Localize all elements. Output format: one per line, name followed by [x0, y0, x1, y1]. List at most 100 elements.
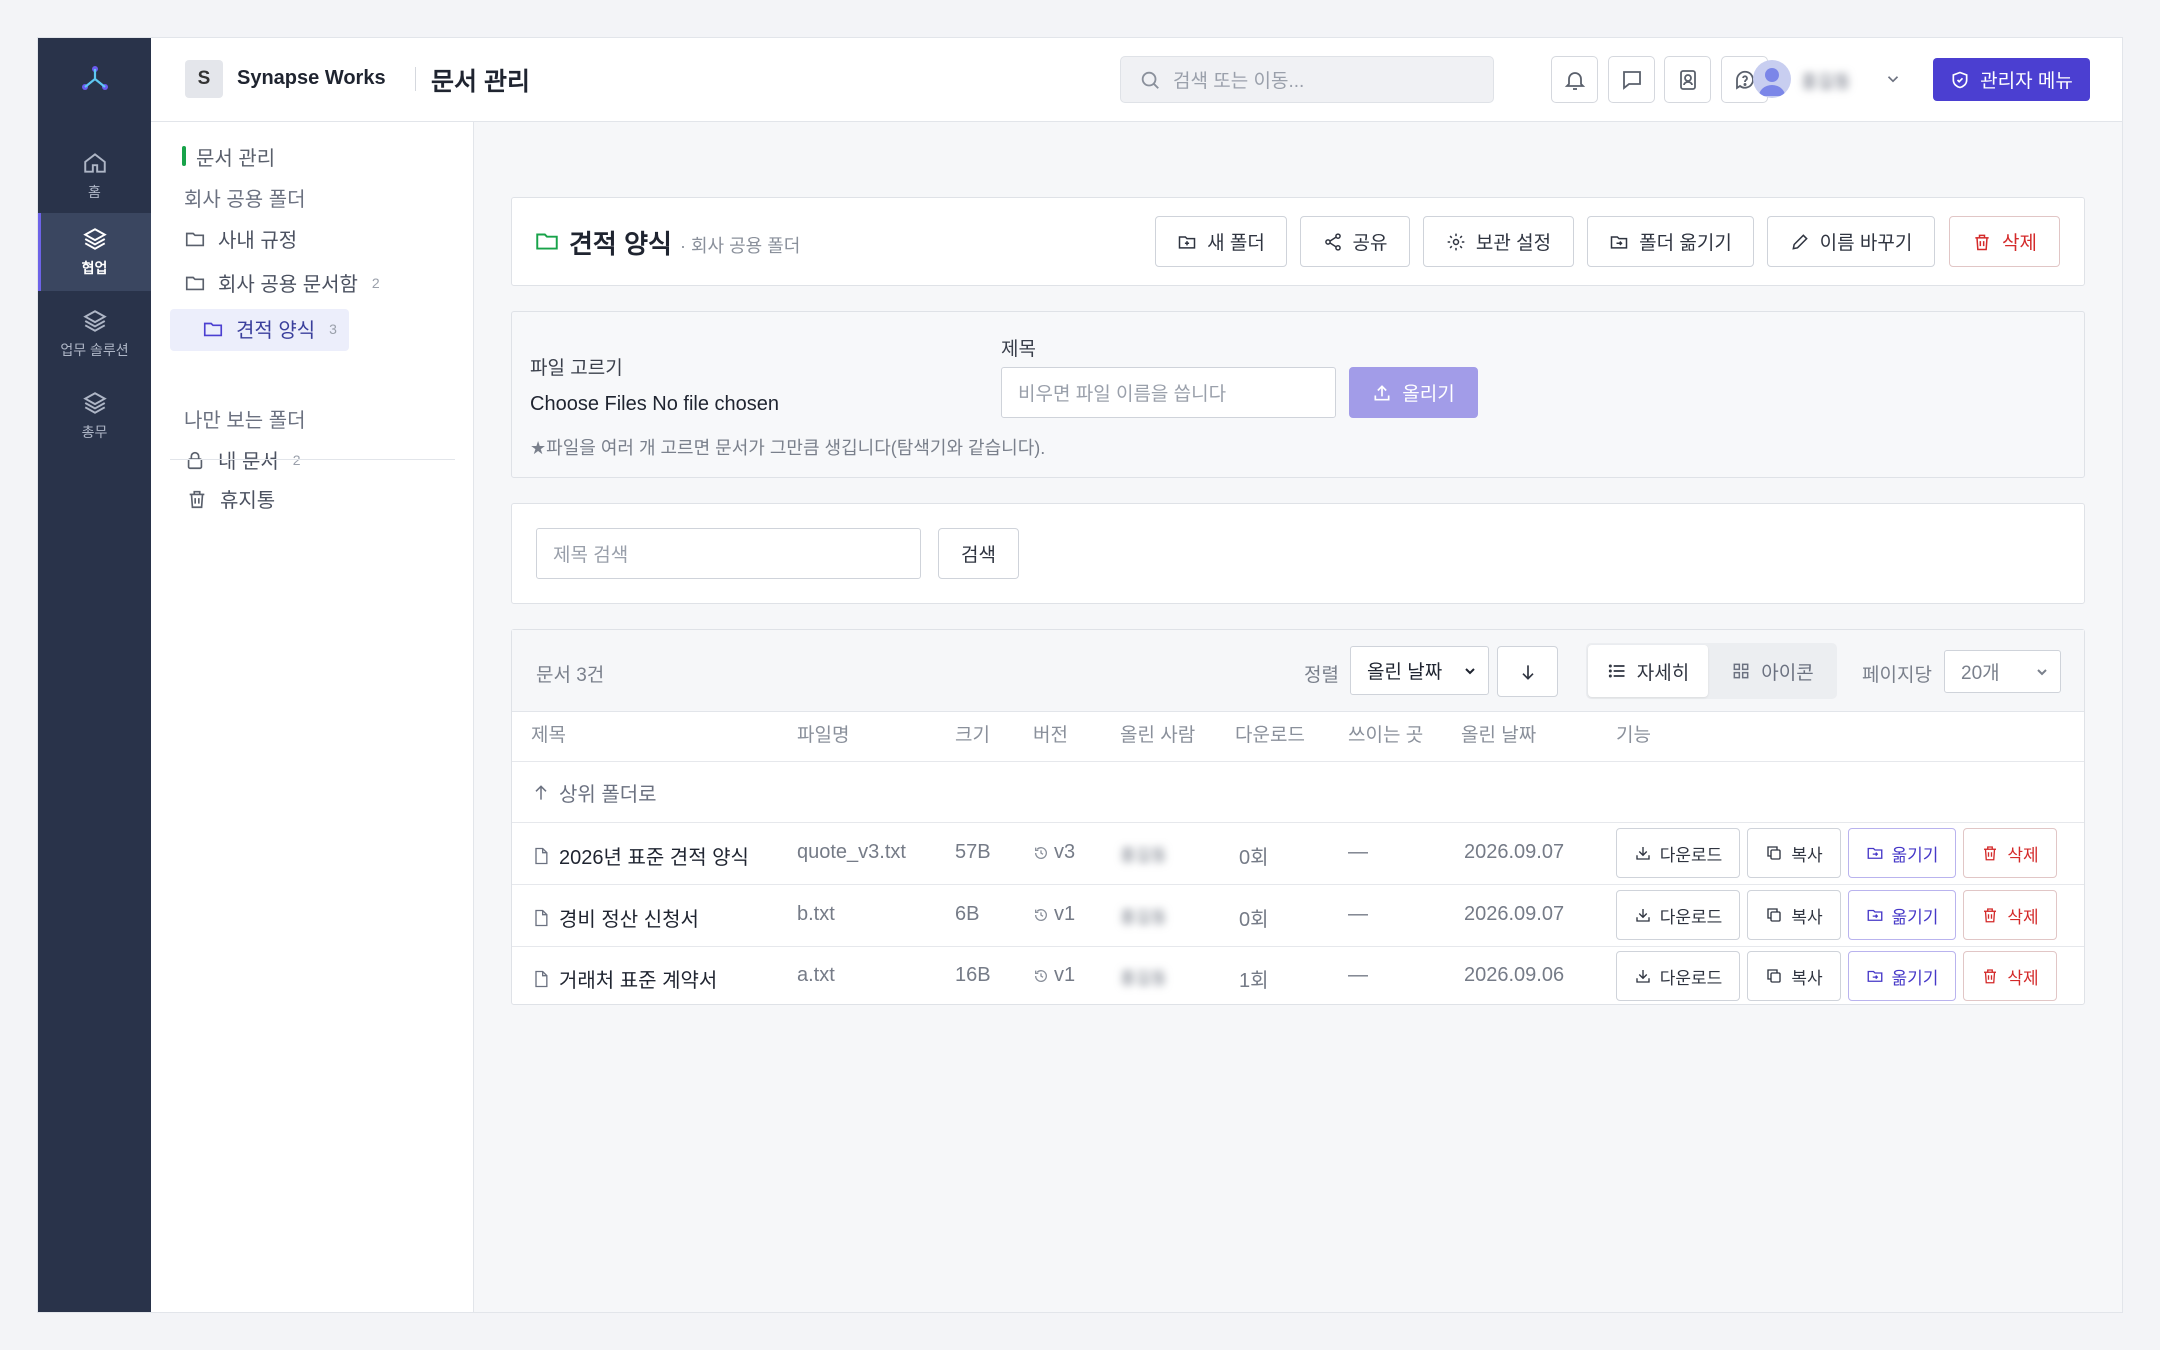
pencil-icon — [1792, 233, 1808, 250]
button-label: 보관 설정 — [1475, 233, 1552, 254]
title-input-placeholder: 비우면 파일 이름을 씁니다 — [1018, 384, 1227, 405]
upload-hint: ★파일을 여러 개 고르면 문서가 그만큼 생깁니다(탐색기와 같습니다). — [530, 438, 1046, 458]
row-copy-button[interactable]: 복사 — [1747, 951, 1841, 1001]
button-label: 옮기기 — [1891, 968, 1939, 988]
rename-button[interactable]: 이름 바꾸기 — [1767, 216, 1935, 267]
document-title[interactable]: 거래처 표준 계약서 — [559, 964, 717, 993]
button-label: 새 폴더 — [1207, 233, 1265, 254]
view-detail-button[interactable]: 자세히 — [1588, 645, 1708, 697]
title-cell: 거래처 표준 계약서 — [531, 964, 717, 993]
button-label: 복사 — [1791, 968, 1823, 988]
delete-folder-button[interactable]: 삭제 — [1949, 216, 2060, 267]
contacts-button[interactable] — [1664, 56, 1711, 103]
row-download-button[interactable]: 다운로드 — [1616, 828, 1740, 878]
row-move-button[interactable]: 옮기기 — [1848, 828, 1956, 878]
row-divider — [512, 761, 2084, 762]
title-search-button[interactable]: 검색 — [938, 528, 1019, 579]
row-delete-button[interactable]: 삭제 — [1963, 951, 2057, 1001]
version-badge[interactable]: v1 — [1054, 964, 1075, 987]
downloads-cell: 0회 — [1239, 841, 1269, 870]
gear-icon — [1447, 233, 1465, 250]
new-folder-button[interactable]: 새 폴더 — [1155, 216, 1287, 267]
upload-icon — [1374, 384, 1390, 400]
version-badge[interactable]: v3 — [1054, 841, 1075, 864]
notifications-button[interactable] — [1551, 56, 1598, 103]
shield-check-icon — [1952, 71, 1968, 88]
tree-folder-rules[interactable]: 사내 규정 — [184, 224, 297, 253]
row-download-button[interactable]: 다운로드 — [1616, 951, 1740, 1001]
rail-item-solutions[interactable]: 업무 솔루션 — [38, 295, 151, 373]
sort-direction-button[interactable] — [1497, 646, 1558, 697]
tree-trash[interactable]: 휴지통 — [186, 484, 275, 513]
chevron-down-icon[interactable] — [1884, 70, 1902, 88]
tree-heading-private: 나만 보는 폴더 — [184, 410, 306, 432]
retention-settings-button[interactable]: 보관 설정 — [1423, 216, 1574, 267]
row-copy-button[interactable]: 복사 — [1747, 890, 1841, 940]
table-row[interactable]: 2026년 표준 견적 양식 quote_v3.txt 57B v3 홍길동 0회 — 202… — [512, 823, 2084, 884]
global-search-input[interactable]: 검색 또는 이동... — [1120, 56, 1494, 103]
table-row[interactable]: 경비 정산 신청서 b.txt 6B v1 홍길동 0회 — 2026.09.07 다운로드 복사… — [512, 885, 2084, 946]
file-name: a.txt — [797, 964, 835, 986]
trash-icon — [1984, 969, 1997, 984]
move-folder-button[interactable]: 폴더 옮기기 — [1587, 216, 1754, 267]
row-move-button[interactable]: 옮기기 — [1848, 951, 1956, 1001]
grid-icon — [1733, 663, 1749, 679]
title-search-input[interactable]: 제목 검색 — [536, 528, 921, 579]
usage-cell: — — [1348, 964, 1368, 987]
column-header: 쓰이는 곳 — [1348, 725, 1424, 746]
tree-folder-label: 견적 양식 — [236, 320, 316, 342]
file-icon — [535, 909, 548, 926]
document-title[interactable]: 2026년 표준 견적 양식 — [559, 841, 749, 870]
row-delete-button[interactable]: 삭제 — [1963, 828, 2057, 878]
upload-submit-button[interactable]: 올리기 — [1349, 367, 1478, 418]
file-icon — [535, 847, 548, 864]
brand-name: Synapse Works — [237, 67, 386, 89]
row-download-button[interactable]: 다운로드 — [1616, 890, 1740, 940]
column-header: 올린 사람 — [1120, 725, 1196, 746]
usage-value: — — [1348, 903, 1368, 925]
document-title[interactable]: 경비 정산 신청서 — [559, 903, 699, 932]
download-icon — [1636, 909, 1650, 922]
folder-header-card: 견적 양식 · 회사 공용 폴더 새 폴더 공유 보관 설정 폴더 옮기기 이름… — [511, 197, 2085, 286]
version-badge[interactable]: v1 — [1054, 903, 1075, 926]
row-delete-button[interactable]: 삭제 — [1963, 890, 2057, 940]
share-button[interactable]: 공유 — [1300, 216, 1410, 267]
rail-item-collab[interactable]: 협업 — [38, 213, 151, 291]
admin-menu-button[interactable]: 관리자 메뉴 — [1933, 58, 2090, 101]
tree-folder-quote-forms[interactable]: 견적 양식 3 — [202, 314, 337, 343]
tree-root[interactable]: 문서 관리 — [196, 142, 275, 171]
messages-button[interactable] — [1608, 56, 1655, 103]
layers-icon — [82, 392, 107, 414]
row-copy-button[interactable]: 복사 — [1747, 828, 1841, 878]
home-icon — [83, 153, 106, 173]
downloads-cell: 1회 — [1239, 964, 1269, 993]
title-input[interactable]: 비우면 파일 이름을 씁니다 — [1001, 367, 1336, 418]
button-label: 아이콘 — [1761, 662, 1814, 684]
per-page-select[interactable]: 20개 — [1944, 650, 2061, 693]
button-label: 다운로드 — [1659, 845, 1723, 865]
rail-item-home[interactable]: 홈 — [38, 137, 151, 215]
file-picker-input[interactable]: Choose Files No file chosen — [530, 393, 779, 416]
rail-item-general[interactable]: 총무 — [38, 377, 151, 455]
row-move-button[interactable]: 옮기기 — [1848, 890, 1956, 940]
view-icon-button[interactable]: 아이콘 — [1710, 645, 1835, 697]
app-logo-icon[interactable] — [38, 54, 151, 102]
column-header: 올린 날짜 — [1461, 725, 1537, 746]
button-label: 복사 — [1791, 907, 1823, 927]
table-row[interactable]: 거래처 표준 계약서 a.txt 16B v1 홍길동 1회 — 2026.09.06 다운로드… — [512, 946, 2084, 1007]
column-header: 버전 — [1033, 725, 1068, 746]
title-search-placeholder: 제목 검색 — [553, 545, 629, 566]
button-label: 삭제 — [2002, 233, 2037, 254]
parent-folder-row[interactable]: 상위 폴더로 — [531, 778, 657, 807]
list-icon — [1608, 664, 1625, 678]
history-icon — [1035, 846, 1047, 859]
button-label: 검색 — [961, 545, 996, 566]
tree-folder-count: 3 — [329, 320, 337, 337]
button-label: 이름 바꾸기 — [1819, 233, 1913, 254]
per-page-label: 페이지당 — [1862, 665, 1932, 686]
avatar[interactable] — [1753, 60, 1791, 98]
sort-select[interactable]: 올린 날짜 — [1350, 646, 1489, 695]
button-label: 공유 — [1352, 233, 1388, 254]
user-name[interactable]: 홍길동 — [1801, 68, 1851, 94]
tree-folder-shared-docs[interactable]: 회사 공용 문서함 2 — [184, 268, 380, 297]
